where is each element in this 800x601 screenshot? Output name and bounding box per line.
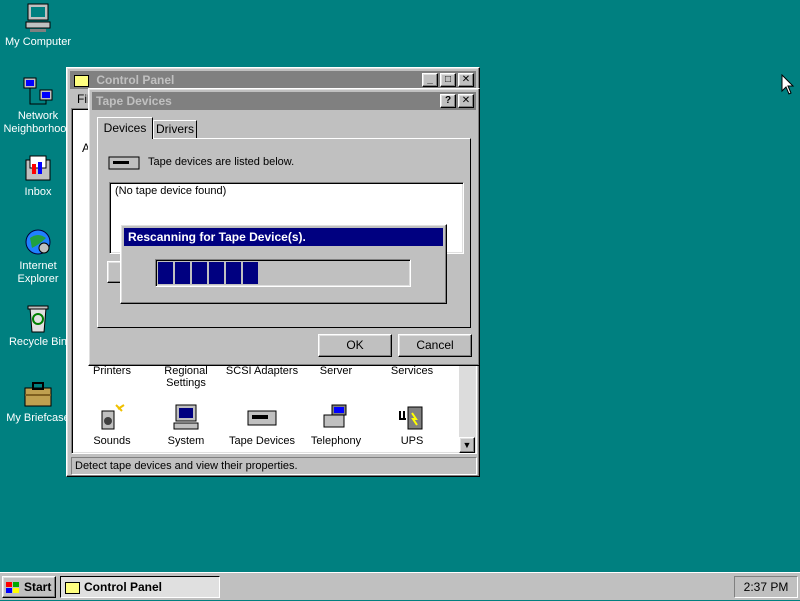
- desktop-icon-label: My Briefcase: [6, 412, 70, 424]
- devices-info-text: Tape devices are listed below.: [148, 156, 295, 168]
- rescan-progress-dialog: Rescanning for Tape Device(s).: [120, 224, 447, 304]
- desktop-icon-my-computer[interactable]: My Computer: [0, 2, 76, 49]
- cp-item-system[interactable]: System: [148, 401, 224, 447]
- cp-item-printers[interactable]: Printers: [74, 365, 150, 377]
- scroll-down-button[interactable]: ▼: [459, 437, 475, 453]
- desktop-icon-my-briefcase[interactable]: My Briefcase: [0, 378, 76, 425]
- cp-item-label: SCSI Adapters: [225, 365, 299, 377]
- progress-block: [209, 262, 224, 284]
- desktop-icon-network[interactable]: Network Neighborhood: [0, 76, 76, 136]
- dialog-title: Tape Devices: [96, 94, 172, 108]
- computer-icon: [22, 2, 54, 34]
- system-tray-clock[interactable]: 2:37 PM: [734, 576, 798, 598]
- desktop-icon-label: Internet Explorer: [17, 260, 59, 285]
- taskbar-item-label: Control Panel: [84, 580, 163, 594]
- tab-label: Devices: [103, 121, 147, 135]
- control-panel-titlebar[interactable]: Control Panel _ □ ✕: [70, 71, 476, 89]
- cp-item-label: Sounds: [93, 435, 131, 447]
- cp-item-ups[interactable]: UPS: [374, 401, 450, 447]
- desktop-icon-internet-explorer[interactable]: Internet Explorer: [0, 226, 76, 286]
- cp-item-label: System: [167, 435, 205, 447]
- desktop-icon-label: Recycle Bin: [8, 336, 68, 348]
- clock-text: 2:37 PM: [743, 580, 789, 594]
- progress-block: [243, 262, 258, 284]
- recycle-bin-icon: [22, 302, 54, 334]
- start-label: Start: [24, 580, 52, 594]
- ups-icon: [396, 401, 428, 433]
- cp-item-label: Server: [319, 365, 353, 377]
- dialog-close-button[interactable]: ✕: [458, 94, 474, 108]
- system-icon: [170, 401, 202, 433]
- desktop-icon-inbox[interactable]: Inbox: [0, 152, 76, 199]
- cp-item-label: Tape Devices: [228, 435, 296, 447]
- desktop-icon-label: My Computer: [4, 36, 72, 48]
- cancel-button[interactable]: Cancel: [398, 334, 472, 357]
- folder-icon: [74, 74, 89, 87]
- cp-item-label: Regional Settings: [164, 365, 208, 389]
- cp-item-label: Printers: [93, 365, 131, 377]
- cp-item-label: Services: [390, 365, 434, 377]
- mouse-cursor-icon: [781, 73, 795, 99]
- cp-item-label: UPS: [400, 435, 424, 447]
- desktop-icon-recycle-bin[interactable]: Recycle Bin: [0, 302, 76, 349]
- ie-globe-icon: [22, 226, 54, 258]
- start-button[interactable]: Start: [2, 576, 56, 598]
- inbox-icon: [22, 152, 54, 184]
- cp-item-telephony[interactable]: Telephony: [298, 401, 374, 447]
- desktop-icon-label: Inbox: [24, 186, 52, 198]
- progress-block: [158, 262, 173, 284]
- cp-item-tape-devices[interactable]: Tape Devices: [224, 401, 300, 447]
- status-bar: Detect tape devices and view their prope…: [71, 457, 477, 475]
- tab-drivers[interactable]: Drivers: [153, 120, 197, 138]
- speaker-icon: [96, 401, 128, 433]
- cp-item-server[interactable]: Server: [298, 365, 374, 377]
- cp-item-sounds[interactable]: Sounds: [74, 401, 150, 447]
- minimize-button[interactable]: _: [422, 73, 438, 87]
- maximize-button[interactable]: □: [440, 73, 456, 87]
- cp-item-label: Telephony: [310, 435, 362, 447]
- taskbar-item-control-panel[interactable]: Control Panel: [60, 576, 220, 598]
- tab-label: Drivers: [156, 122, 194, 136]
- windows-logo-icon: [5, 581, 21, 595]
- rescan-title: Rescanning for Tape Device(s).: [128, 230, 306, 244]
- taskbar: Start Control Panel 2:37 PM: [0, 572, 800, 600]
- tab-devices[interactable]: Devices: [97, 117, 153, 139]
- ok-button[interactable]: OK: [318, 334, 392, 357]
- folder-icon: [65, 581, 80, 594]
- progress-block: [175, 262, 190, 284]
- window-title: Control Panel: [96, 73, 175, 87]
- network-icon: [22, 76, 54, 108]
- progress-block: [226, 262, 241, 284]
- tape-drive-icon: [246, 401, 278, 433]
- progress-block: [192, 262, 207, 284]
- desktop-icon-label: Network Neighborhood: [3, 110, 73, 135]
- progress-bar: [155, 259, 411, 287]
- briefcase-icon: [22, 378, 54, 410]
- close-button[interactable]: ✕: [458, 73, 474, 87]
- cp-item-scsi-adapters[interactable]: SCSI Adapters: [224, 365, 300, 377]
- telephony-icon: [320, 401, 352, 433]
- cp-item-services[interactable]: Services: [374, 365, 450, 377]
- tape-dialog-titlebar[interactable]: Tape Devices ? ✕: [92, 92, 476, 110]
- rescan-titlebar: Rescanning for Tape Device(s).: [124, 228, 443, 246]
- help-button[interactable]: ?: [440, 94, 456, 108]
- tape-drive-icon: [108, 153, 140, 176]
- status-text: Detect tape devices and view their prope…: [75, 460, 298, 472]
- cp-item-regional-settings[interactable]: Regional Settings: [148, 365, 224, 389]
- list-item[interactable]: (No tape device found): [110, 183, 463, 199]
